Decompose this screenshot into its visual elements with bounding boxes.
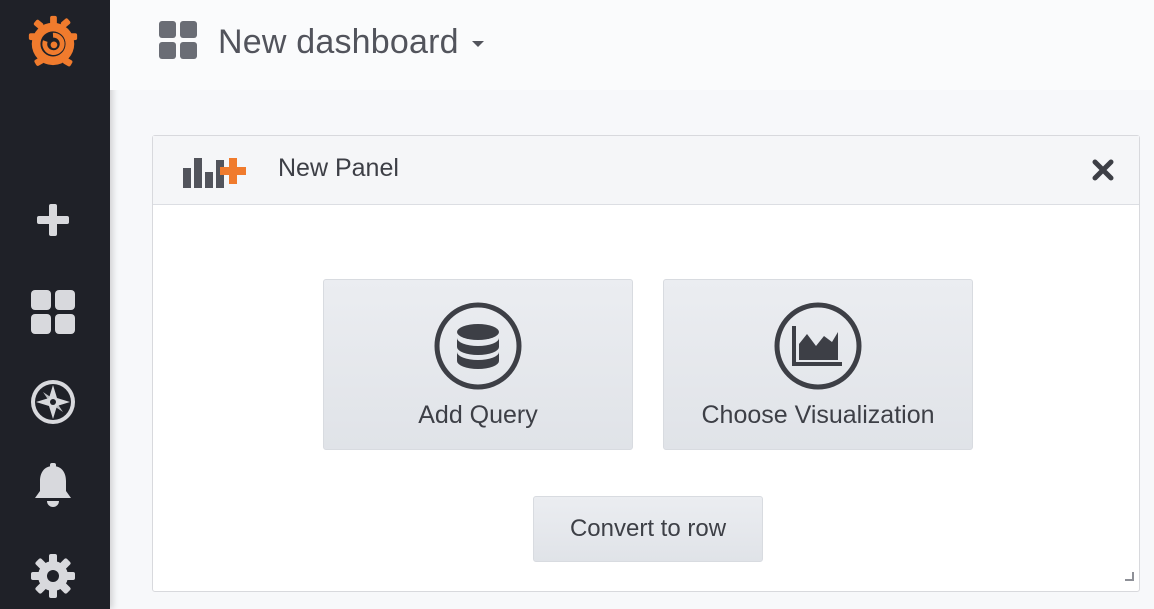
convert-to-row-button[interactable]: Convert to row <box>533 496 763 562</box>
new-panel: New Panel Add Query Choose Visualization… <box>152 135 1140 592</box>
dashboard-picker[interactable]: New dashboard <box>158 18 485 66</box>
close-icon[interactable] <box>1089 156 1117 184</box>
sidebar <box>0 0 110 609</box>
panel-header[interactable]: New Panel <box>153 136 1139 205</box>
caret-down-icon[interactable] <box>471 36 485 54</box>
grafana-logo-icon[interactable] <box>25 14 81 70</box>
resize-handle-icon[interactable] <box>1123 569 1135 587</box>
dashboard-title[interactable]: New dashboard <box>218 23 459 62</box>
panel-title: New Panel <box>278 154 399 182</box>
explore-compass-icon[interactable] <box>25 374 81 430</box>
add-query-label: Add Query <box>418 401 538 429</box>
configuration-gear-icon[interactable] <box>25 548 81 604</box>
database-icon <box>434 302 522 395</box>
area-chart-icon <box>774 302 862 395</box>
dashboard-header: New dashboard <box>110 0 1154 90</box>
dashboard-grid-icon <box>158 20 198 65</box>
create-plus-icon[interactable] <box>25 192 81 248</box>
add-panel-icon <box>183 154 251 195</box>
add-query-button[interactable]: Add Query <box>323 279 633 450</box>
choose-visualization-button[interactable]: Choose Visualization <box>663 279 973 450</box>
choose-visualization-label: Choose Visualization <box>701 401 935 429</box>
alerting-bell-icon[interactable] <box>25 458 81 514</box>
dashboards-grid-icon[interactable] <box>25 284 81 340</box>
